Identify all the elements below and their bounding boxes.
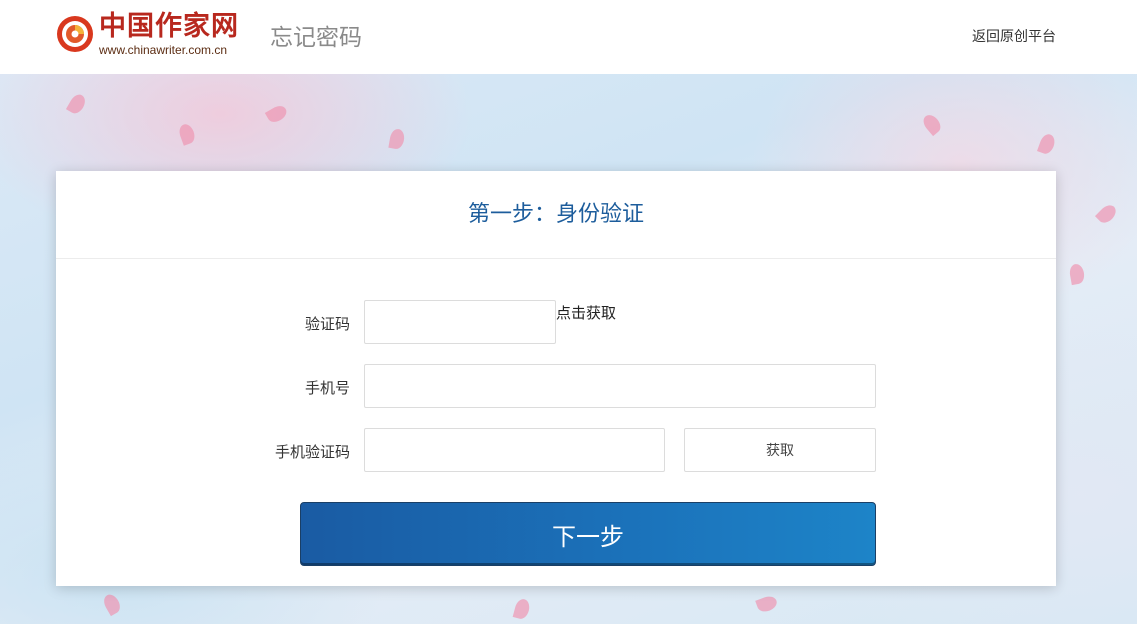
step-title: 第一步：身份验证 [56,171,1056,259]
logo-url: www.chinawriter.com.cn [99,43,228,57]
decorative-petal [177,122,197,146]
decorative-petal [388,127,406,151]
logo-text: 中国作家网 [99,11,239,42]
phone-label: 手机号 [304,379,350,397]
decorative-petal [512,597,532,621]
site-logo[interactable]: 中国作家网 www.chinawriter.com.cn [55,12,238,60]
return-platform-link[interactable]: 返回原创平台 [972,26,1056,46]
decorative-petal [920,111,944,137]
decorative-petal [264,102,290,126]
decorative-petal [755,594,779,614]
header: 中国作家网 www.chinawriter.com.cn 忘记密码 返回原创平台 [0,0,1137,74]
sms-code-input[interactable] [364,428,665,472]
decorative-petal [100,591,124,617]
page-title: 忘记密码 [270,25,362,51]
decorative-petal [65,91,89,117]
verification-card: 第一步：身份验证 验证码 点击获取 手机号 手机验证码 获取 下一步 [56,171,1056,586]
captcha-label: 验证码 [304,315,350,333]
captcha-input[interactable] [364,300,556,344]
get-captcha-link[interactable]: 点击获取 [556,302,616,323]
logo-emblem-icon [57,16,93,52]
next-step-button[interactable]: 下一步 [300,502,876,566]
decorative-petal [1094,201,1120,227]
sms-code-label: 手机验证码 [274,443,350,461]
get-sms-code-button[interactable]: 获取 [684,428,876,472]
decorative-petal [1068,262,1086,286]
phone-input[interactable] [364,364,876,408]
decorative-petal [1037,132,1057,156]
